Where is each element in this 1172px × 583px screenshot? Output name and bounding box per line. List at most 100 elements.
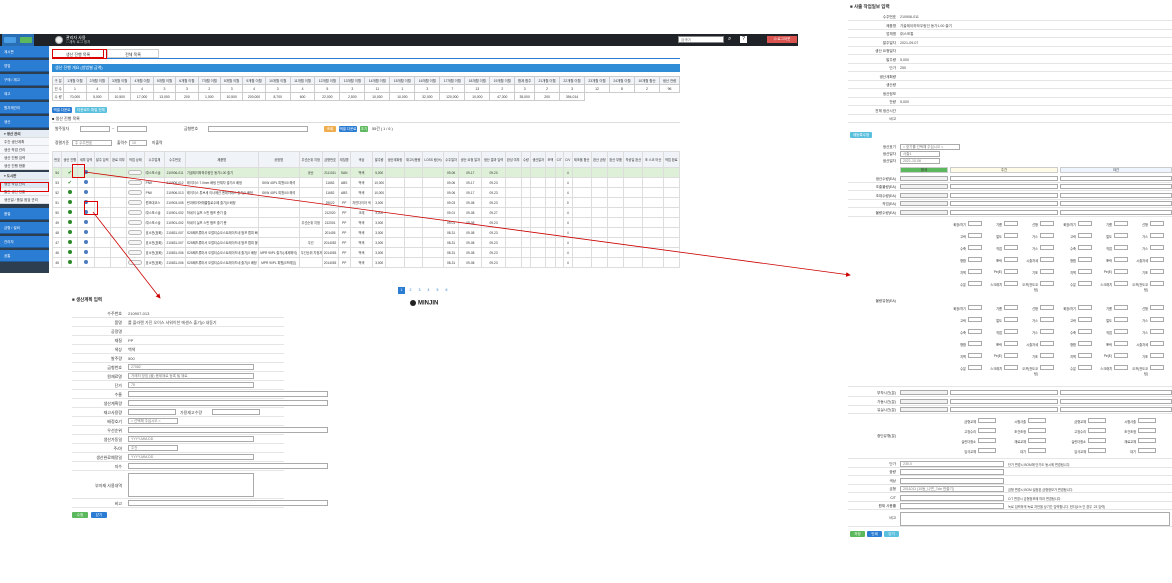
defect-input[interactable]	[1078, 305, 1092, 310]
column-header[interactable]: 발주 입력	[93, 151, 111, 168]
report-input[interactable]: 2011011 (10동_나면_7cle 반출기)	[900, 486, 1004, 492]
defect-input[interactable]	[968, 341, 982, 346]
date-to-input[interactable]	[117, 126, 147, 132]
defect-input[interactable]	[1150, 257, 1164, 262]
defect-input[interactable]	[1150, 305, 1164, 310]
status-toggle[interactable]	[128, 200, 143, 205]
defect-input[interactable]	[1150, 281, 1164, 286]
night-input[interactable]	[1060, 209, 1172, 215]
defect-input[interactable]	[1004, 353, 1018, 358]
hide-label[interactable]: 미출력	[152, 141, 162, 146]
excel-button[interactable]: 엑셀 다운로드	[339, 126, 357, 137]
defect-input[interactable]	[1114, 281, 1128, 286]
column-header[interactable]: 생산 요청 일자	[458, 151, 483, 168]
day-input[interactable]	[950, 209, 1058, 215]
defect-input[interactable]	[1040, 257, 1054, 262]
defect-input[interactable]	[1078, 221, 1092, 226]
form-input[interactable]	[128, 500, 328, 506]
table-row[interactable]: 47 효소전(효화) 210831-007 S25째드류마서 오랄티슈오스트레이드네 …	[51, 237, 681, 248]
defect-input[interactable]	[968, 281, 982, 286]
stop-input[interactable]	[1138, 417, 1156, 423]
status-toggle[interactable]	[128, 250, 143, 255]
column-header[interactable]: 수주일자	[442, 151, 460, 168]
column-header[interactable]: 공정명	[257, 151, 300, 168]
page-button[interactable]: 6	[443, 287, 450, 294]
column-header[interactable]: 조 스코 어산	[642, 151, 664, 168]
sidebar-group[interactable]: 관리자	[0, 236, 49, 248]
column-header[interactable]: C/T	[554, 151, 564, 168]
defect-input[interactable]	[1004, 317, 1018, 322]
tab-all-list[interactable]: 전체 목록	[107, 49, 159, 58]
available-stock-input[interactable]	[212, 409, 260, 415]
page-button[interactable]: 1	[398, 287, 405, 294]
column-header[interactable]: 재질명	[337, 151, 351, 168]
defect-input[interactable]	[1150, 341, 1164, 346]
defect-input[interactable]	[1004, 281, 1018, 286]
top-search-input[interactable]	[678, 36, 724, 43]
defect-input[interactable]	[1114, 245, 1128, 250]
day-input[interactable]	[950, 192, 1058, 198]
defect-input[interactable]	[1078, 341, 1092, 346]
day-input[interactable]	[950, 398, 1058, 404]
dashboard-icon[interactable]	[20, 37, 32, 43]
user-sub[interactable]: □ 계속 로그 정지	[66, 40, 90, 45]
column-header[interactable]: 수량	[520, 151, 532, 168]
status-dot-icon[interactable]	[67, 190, 72, 194]
defect-input[interactable]	[1040, 365, 1054, 370]
form-input[interactable]: 거래처 방침 (몰) 용제재료 등록 될 재료	[128, 373, 254, 379]
app-logo[interactable]	[2, 34, 34, 46]
sidebar-group[interactable]: 원자재관리	[0, 102, 49, 114]
defect-input[interactable]	[1078, 269, 1092, 274]
day-input[interactable]	[950, 201, 1058, 206]
table-row[interactable]: 52 PNK 210906-013 레이더스 튜브세 이너에선 엔데이에스 출기(0 …	[51, 187, 681, 198]
stop-input[interactable]	[978, 427, 996, 433]
save-button[interactable]: 수정	[72, 512, 88, 518]
column-header[interactable]: 색상	[349, 151, 374, 168]
form-input[interactable]: 주간	[128, 445, 178, 451]
column-header[interactable]: 수주번호	[164, 151, 186, 168]
defect-input[interactable]	[1004, 245, 1018, 250]
defect-input[interactable]	[1040, 305, 1054, 310]
save-button[interactable]: 저장	[850, 530, 865, 537]
defect-input[interactable]	[1150, 353, 1164, 358]
detail-input-icon[interactable]	[84, 230, 88, 234]
report-select[interactable]: 사출1	[900, 150, 940, 157]
column-header[interactable]: 작업 완료	[662, 151, 681, 168]
column-header[interactable]: 완료 여부	[109, 151, 128, 168]
defect-input[interactable]	[1150, 233, 1164, 238]
status-toggle[interactable]	[128, 210, 143, 215]
search-icon[interactable]: ⌕	[728, 36, 735, 43]
detail-input-icon[interactable]	[84, 180, 88, 184]
stop-input[interactable]	[1028, 437, 1046, 443]
defect-input[interactable]	[968, 221, 982, 226]
sidebar-item[interactable]: 생산 진행 현황	[0, 162, 49, 170]
defect-input[interactable]	[968, 233, 982, 238]
status-dot-icon[interactable]	[67, 220, 72, 224]
sidebar-item[interactable]: 생산 진행 입력	[0, 154, 49, 162]
form-input[interactable]	[128, 391, 328, 397]
column-header[interactable]: C/V	[562, 151, 573, 168]
defect-input[interactable]	[1078, 245, 1092, 250]
defect-input[interactable]	[1004, 365, 1018, 370]
defect-input[interactable]	[1150, 365, 1164, 370]
sidebar-group[interactable]: 공통	[0, 250, 49, 262]
defect-input[interactable]	[1078, 353, 1092, 358]
column-header[interactable]: 조액	[545, 151, 556, 168]
night-input[interactable]	[1060, 390, 1172, 395]
status-dot-icon[interactable]	[67, 250, 72, 254]
defect-input[interactable]	[1114, 221, 1128, 226]
stop-input[interactable]	[1088, 447, 1106, 453]
column-header[interactable]: 완산 부품	[607, 151, 625, 168]
defect-input[interactable]	[968, 353, 982, 358]
defect-input[interactable]	[1114, 233, 1128, 238]
stop-input[interactable]	[1028, 427, 1046, 433]
stop-input[interactable]	[978, 437, 996, 443]
column-header[interactable]: 완성 여부	[504, 151, 522, 168]
stop-input[interactable]	[1088, 437, 1106, 443]
stock-input[interactable]	[128, 409, 176, 415]
defect-input[interactable]	[1150, 245, 1164, 250]
defect-input[interactable]	[1004, 329, 1018, 334]
night-input[interactable]	[1060, 398, 1172, 404]
table-row[interactable]: 54 ✔ ㈜스포스솔 210906-011 가골레이하하우링인 동가1.00 출기 공순 2…	[51, 167, 681, 178]
form-input[interactable]: YYYY-MM-DD	[128, 454, 254, 460]
